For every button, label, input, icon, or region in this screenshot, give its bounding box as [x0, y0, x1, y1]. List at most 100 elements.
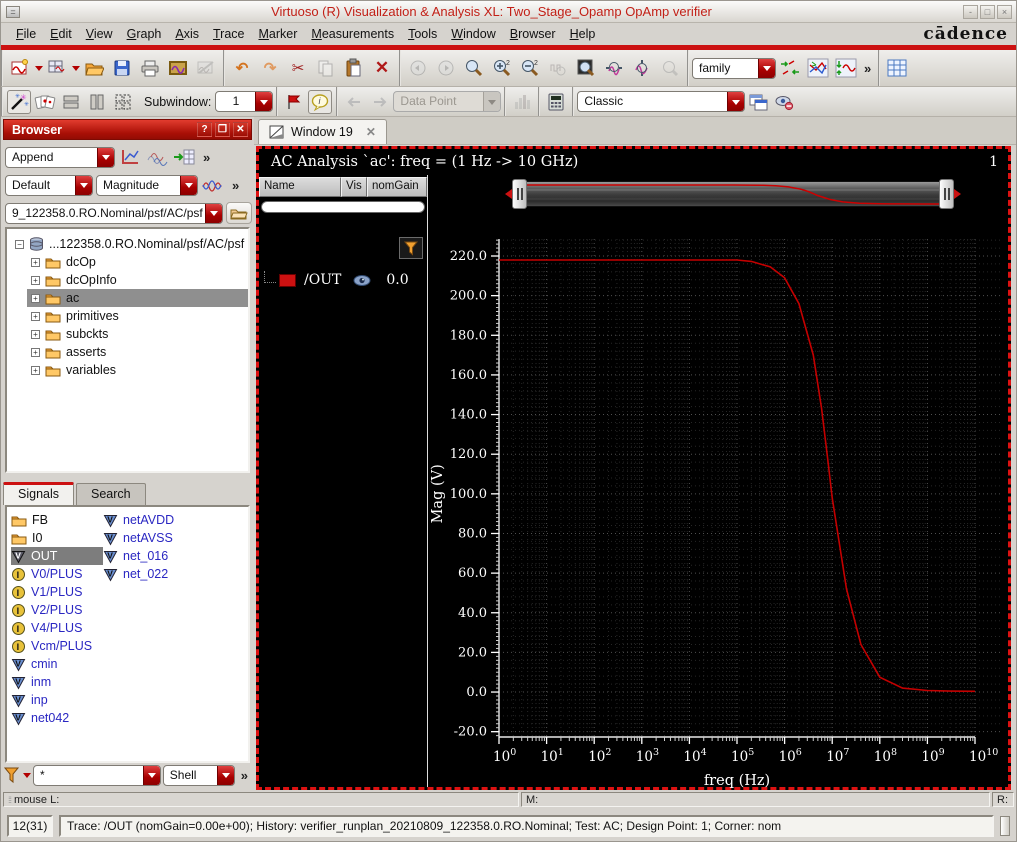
open-results-button[interactable] — [226, 202, 252, 224]
tree-root-row[interactable]: − ...122358.0.RO.Nominal/psf/AC/psf — [7, 235, 248, 253]
family-combo-arrow-icon[interactable] — [758, 58, 775, 78]
append-mode-arrow-icon[interactable] — [97, 147, 114, 167]
signals-list[interactable]: FB I0 V OUT I V0/PLUS I V1/PLUS I V2/PLUS IV… — [5, 505, 250, 763]
filter-pattern-combo[interactable]: * — [33, 764, 161, 786]
tree-item-asserts[interactable]: + asserts — [7, 343, 248, 361]
sweep-combo[interactable]: Default — [5, 174, 93, 196]
print-button[interactable] — [137, 55, 163, 81]
menu-measurements[interactable]: Measurements — [304, 24, 401, 44]
tab-window-19[interactable]: Window 19 ✕ — [258, 119, 387, 144]
save-button[interactable] — [109, 55, 135, 81]
browser-row2-chevron[interactable]: » — [228, 178, 243, 193]
system-menu-icon[interactable]: = — [6, 5, 20, 18]
tree-item-primitives[interactable]: + primitives — [7, 307, 248, 325]
append-mode-combo[interactable]: Append — [5, 146, 115, 168]
browser-row1-chevron[interactable]: » — [199, 150, 214, 165]
plot-chart-icon[interactable] — [118, 147, 142, 167]
previous-zoom-icon[interactable] — [405, 55, 431, 81]
panel-close-button[interactable]: ✕ — [233, 122, 248, 137]
signal-item-v1plus[interactable]: I V1/PLUS — [11, 583, 103, 601]
zoom-box-button[interactable] — [573, 55, 599, 81]
next-zoom-icon[interactable] — [433, 55, 459, 81]
family-combo[interactable]: family — [692, 57, 776, 79]
shell-combo-arrow-icon[interactable] — [216, 765, 234, 785]
signal-item-netavss[interactable]: VnetAVSS — [103, 529, 248, 547]
undo-button[interactable]: ↶ — [229, 55, 255, 81]
expand-icon[interactable]: + — [31, 365, 40, 375]
zoom-in-button[interactable]: 2 — [489, 55, 515, 81]
previous-point-icon[interactable] — [342, 90, 366, 114]
tab-close-icon[interactable]: ✕ — [360, 125, 376, 139]
signal-item-net042[interactable]: Vnet042 — [11, 709, 103, 727]
split-horizontal-button[interactable] — [59, 90, 83, 114]
cut-button[interactable]: ✂ — [285, 55, 311, 81]
wizard-button[interactable]: ✳ ✳ ✳ — [7, 89, 31, 114]
style-combo[interactable]: Classic — [577, 91, 746, 112]
range-slider-groove[interactable] — [524, 181, 942, 207]
zoom-waveform-icon[interactable] — [545, 55, 571, 81]
modifier-combo[interactable]: Magnitude — [96, 174, 198, 196]
expand-icon[interactable]: + — [31, 257, 40, 267]
expand-icon[interactable]: + — [31, 311, 40, 321]
maximize-button[interactable]: □ — [980, 4, 995, 19]
legend-column-nomgain[interactable]: nomGain — [367, 177, 427, 197]
signal-item-cmin[interactable]: Vcmin — [11, 655, 103, 673]
expand-icon[interactable]: + — [31, 329, 40, 339]
overlay-traces-button[interactable] — [805, 55, 831, 81]
split-traces-button[interactable] — [833, 55, 859, 81]
flag-button[interactable] — [282, 90, 306, 114]
modifier-combo-arrow-icon[interactable] — [180, 175, 197, 195]
tree-item-variables[interactable]: + variables — [7, 361, 248, 379]
graph-window[interactable]: AC Analysis `ac': freq = (1 Hz -> 10 GHz… — [256, 146, 1011, 790]
trace-legend-row[interactable]: /OUT 0.0 — [261, 271, 409, 289]
menu-trace[interactable]: Trace — [206, 24, 252, 44]
sine-wave-icon[interactable] — [201, 175, 225, 195]
collapse-icon[interactable]: − — [15, 239, 24, 249]
legend-column-name[interactable]: Name — [259, 177, 341, 197]
signal-item-v0plus[interactable]: I V0/PLUS — [11, 565, 103, 583]
range-slider-right-handle[interactable] — [939, 179, 954, 209]
menu-tools[interactable]: Tools — [401, 24, 444, 44]
expand-icon[interactable]: + — [31, 293, 40, 303]
hide-subwindow-button[interactable] — [772, 90, 796, 114]
callout-button[interactable]: i — [308, 89, 333, 114]
filter-dropdown-icon[interactable] — [23, 772, 31, 782]
menu-view[interactable]: View — [79, 24, 120, 44]
statusbar-resize-handle[interactable] — [1000, 815, 1010, 836]
open-button[interactable] — [81, 55, 107, 81]
export-image-button[interactable] — [165, 55, 191, 81]
signal-item-v2plus[interactable]: I V2/PLUS — [11, 601, 103, 619]
new-graph-dropdown-icon[interactable] — [34, 56, 43, 80]
subwindow-combo[interactable]: 1 — [215, 91, 274, 112]
range-slider-left-handle[interactable] — [512, 179, 527, 209]
signal-item-net016[interactable]: Vnet_016 — [103, 547, 248, 565]
new-subwindow-button[interactable] — [44, 55, 70, 81]
pan-left-arrow-icon[interactable] — [500, 189, 512, 199]
copy-button[interactable] — [313, 55, 339, 81]
shell-combo[interactable]: Shell — [162, 764, 235, 786]
tab-search[interactable]: Search — [76, 483, 146, 505]
tree-item-dcop[interactable]: + dcOp — [7, 253, 248, 271]
paste-button[interactable] — [341, 55, 367, 81]
fit-y-button[interactable] — [629, 55, 655, 81]
cards-button[interactable] — [33, 90, 57, 114]
next-point-icon[interactable] — [368, 90, 392, 114]
signal-item-inm[interactable]: Vinm — [11, 673, 103, 691]
fit-x-button[interactable] — [601, 55, 627, 81]
menu-edit[interactable]: Edit — [43, 24, 79, 44]
tree-item-subckts[interactable]: + subckts — [7, 325, 248, 343]
legend-funnel-button[interactable] — [399, 237, 423, 259]
subwindow-combo-arrow-icon[interactable] — [255, 92, 273, 111]
toolbar-overflow-chevron[interactable]: » — [860, 61, 875, 76]
style-combo-arrow-icon[interactable] — [727, 92, 745, 111]
cascade-windows-button[interactable] — [746, 90, 770, 114]
export-to-table-icon[interactable] — [172, 147, 196, 167]
tree-item-ac[interactable]: + ac — [7, 289, 248, 307]
new-graph-button[interactable] — [7, 55, 33, 81]
minimize-button[interactable]: - — [963, 4, 978, 19]
expand-icon[interactable]: + — [31, 347, 40, 357]
delete-button[interactable]: ✕ — [369, 55, 395, 81]
new-subwindow-dropdown-icon[interactable] — [71, 56, 80, 80]
menu-marker[interactable]: Marker — [251, 24, 304, 44]
signal-item-net022[interactable]: Vnet_022 — [103, 565, 248, 583]
